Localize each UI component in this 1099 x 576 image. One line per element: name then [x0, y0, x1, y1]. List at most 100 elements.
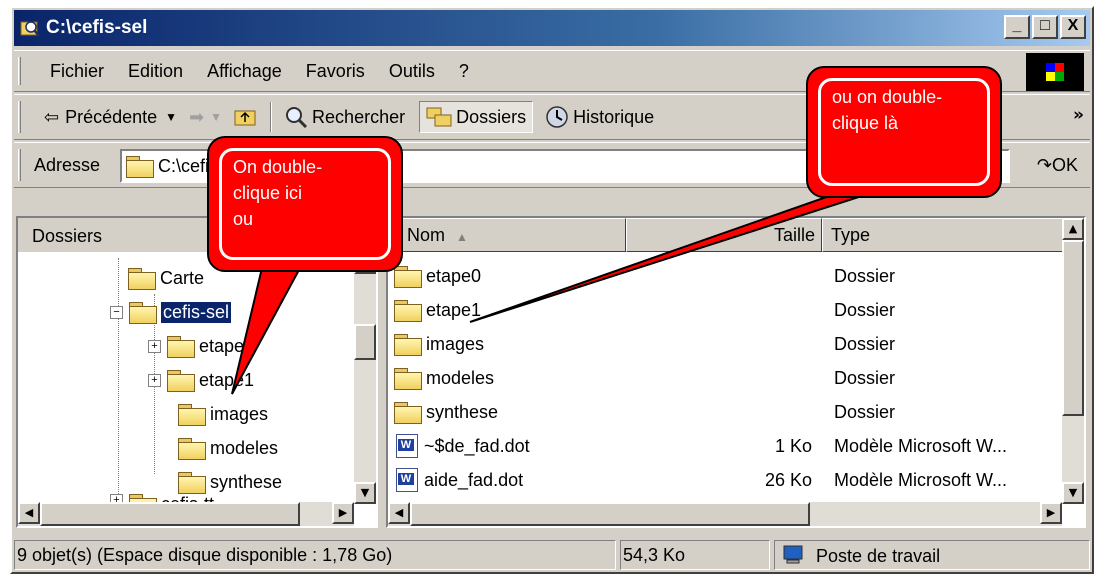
- folder-icon: [167, 336, 195, 358]
- file-name: etape0: [426, 265, 482, 286]
- list-scroll-thumb[interactable]: [1062, 240, 1084, 416]
- scroll-left-arrow-icon[interactable]: ◀: [388, 502, 410, 524]
- file-row[interactable]: W ~$de_fad.dot: [396, 430, 530, 462]
- window-title: C:\cefis-sel: [46, 17, 148, 38]
- menu-fichier[interactable]: Fichier: [40, 61, 118, 82]
- column-size-header[interactable]: Taille: [626, 218, 822, 252]
- scroll-left-arrow-icon[interactable]: ◀: [18, 502, 40, 524]
- column-name-header[interactable]: Nom ▲: [388, 218, 626, 252]
- tree-item-label: images: [210, 403, 269, 424]
- toolbar-grip[interactable]: [18, 101, 21, 133]
- column-size-label: Taille: [773, 225, 815, 245]
- folder-icon: [126, 156, 154, 178]
- tree-item-label: cefis-sel: [159, 300, 233, 324]
- callout-left-line: ou: [233, 209, 254, 229]
- back-button[interactable]: ⇦ Précédente ▼: [38, 101, 183, 133]
- menu-help[interactable]: ?: [449, 61, 483, 82]
- maximize-button[interactable]: □: [1032, 15, 1058, 39]
- scroll-down-arrow-icon[interactable]: ▼: [354, 482, 376, 504]
- computer-icon: [783, 545, 803, 564]
- minimize-button[interactable]: _: [1004, 15, 1030, 39]
- tree-vertical-scrollbar[interactable]: ▲ ▼: [354, 252, 376, 504]
- tree-item[interactable]: modeles: [178, 432, 278, 464]
- file-row[interactable]: etape1: [394, 294, 481, 326]
- history-icon: [546, 106, 568, 128]
- search-button[interactable]: Rechercher: [278, 101, 411, 133]
- tree-item[interactable]: + etape1: [148, 364, 254, 396]
- folder-icon: [394, 300, 422, 322]
- folders-label: Dossiers: [456, 106, 527, 127]
- scroll-up-arrow-icon[interactable]: ▲: [1062, 218, 1084, 240]
- list-hscroll-thumb[interactable]: [410, 502, 810, 526]
- scroll-right-arrow-icon[interactable]: ▶: [332, 502, 354, 524]
- status-size: 54,3 Ko: [620, 540, 770, 570]
- folders-button[interactable]: Dossiers: [419, 101, 534, 133]
- tree-item-label: Carte: [160, 267, 205, 288]
- close-button[interactable]: X: [1060, 15, 1086, 39]
- file-name: etape1: [426, 299, 482, 320]
- menu-favoris[interactable]: Favoris: [296, 61, 379, 82]
- title-bar[interactable]: C:\cefis-sel _ □ X: [14, 10, 1090, 46]
- sort-ascending-icon: ▲: [456, 230, 468, 244]
- callout-right: ou on double- clique là: [806, 66, 1002, 198]
- file-type: Dossier: [834, 333, 896, 354]
- folders-icon: [426, 107, 452, 127]
- folder-icon: [178, 472, 206, 494]
- tree-dotted-guides: [118, 258, 119, 498]
- tree-item-label: etape1: [199, 369, 255, 390]
- folder-icon: [167, 370, 195, 392]
- file-row[interactable]: synthese: [394, 396, 498, 428]
- up-folder-button[interactable]: [228, 101, 264, 133]
- scroll-down-arrow-icon[interactable]: ▼: [1062, 482, 1084, 504]
- tree-item-selected[interactable]: − cefis-sel: [110, 296, 233, 328]
- tree-hscroll-thumb[interactable]: [40, 502, 300, 526]
- file-name: images: [426, 333, 485, 354]
- back-arrow-icon: ⇦: [44, 106, 60, 127]
- go-label: OK: [1051, 155, 1078, 175]
- file-row[interactable]: etape0: [394, 260, 481, 292]
- status-zone: Poste de travail: [774, 540, 1090, 570]
- expand-toggle[interactable]: +: [148, 373, 161, 387]
- toolbar-overflow-button[interactable]: »: [1073, 105, 1084, 125]
- expand-toggle[interactable]: +: [148, 339, 161, 353]
- menu-affichage[interactable]: Affichage: [197, 61, 296, 82]
- status-objects: 9 objet(s) (Espace disque disponible : 1…: [14, 540, 616, 570]
- file-row[interactable]: images: [394, 328, 484, 360]
- list-horizontal-scrollbar[interactable]: ◀ ▶: [388, 502, 1062, 526]
- forward-button[interactable]: ➡ ▼: [183, 101, 228, 133]
- address-grip[interactable]: [18, 149, 21, 181]
- go-arrow-icon: ↷: [1036, 155, 1052, 175]
- file-row[interactable]: W aide_fad.dot: [396, 464, 523, 496]
- tree-horizontal-scrollbar[interactable]: ◀ ▶: [18, 502, 354, 526]
- open-folder-icon: [129, 302, 157, 324]
- folder-icon: [178, 438, 206, 460]
- file-type: Dossier: [834, 265, 896, 286]
- collapse-toggle[interactable]: −: [110, 305, 123, 319]
- tree-item[interactable]: images: [178, 398, 268, 430]
- status-zone-label: Poste de travail: [816, 546, 941, 566]
- file-name: synthese: [426, 401, 499, 422]
- column-type-header[interactable]: Type: [822, 218, 1066, 252]
- menu-edition[interactable]: Edition: [118, 61, 197, 82]
- go-button[interactable]: ↷OK: [1037, 155, 1078, 176]
- tree-item-label: etape0: [199, 335, 255, 356]
- tree-item[interactable]: + etape0: [148, 330, 254, 362]
- menu-grip[interactable]: [18, 57, 21, 85]
- history-button[interactable]: Historique: [539, 101, 660, 133]
- scroll-right-arrow-icon[interactable]: ▶: [1040, 502, 1062, 524]
- menu-outils[interactable]: Outils: [379, 61, 449, 82]
- file-name: ~$de_fad.dot: [424, 435, 530, 456]
- folder-icon: [394, 368, 422, 390]
- file-type: Modèle Microsoft W...: [834, 469, 1008, 490]
- callout-left: On double- clique ici ou: [207, 136, 403, 272]
- list-vertical-scrollbar[interactable]: ▲ ▼: [1062, 218, 1084, 504]
- folder-icon: [394, 334, 422, 356]
- tree-item[interactable]: Carte: [128, 262, 204, 294]
- file-type: Dossier: [834, 401, 896, 422]
- explorer-window-icon: [20, 21, 40, 37]
- tree-scroll-thumb[interactable]: [354, 324, 376, 360]
- search-icon: [286, 107, 308, 128]
- word-doc-icon: W: [396, 468, 418, 492]
- file-row[interactable]: modeles: [394, 362, 494, 394]
- chevron-down-icon: ▼: [210, 110, 223, 124]
